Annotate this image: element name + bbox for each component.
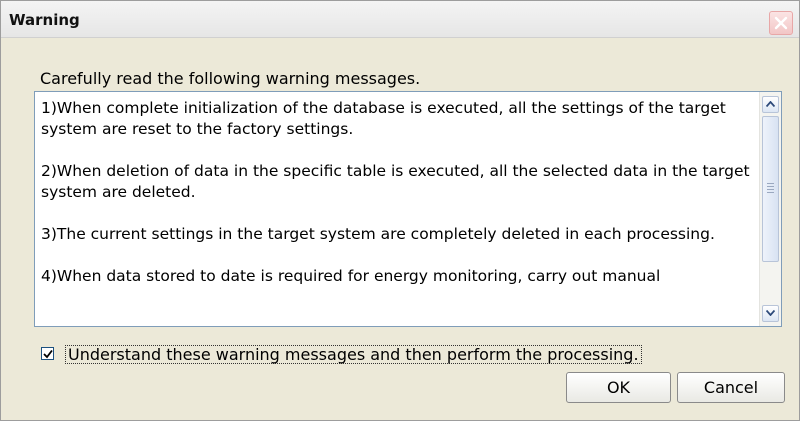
close-icon bbox=[774, 16, 788, 30]
warning-dialog: Warning Carefully read the following war… bbox=[0, 0, 800, 421]
checkmark-icon bbox=[43, 349, 53, 359]
dialog-title: Warning bbox=[9, 11, 80, 29]
grip-line bbox=[767, 183, 774, 184]
warning-message-2: 2)When deletion of data in the specific … bbox=[41, 162, 750, 201]
warning-message-3: 3)The current settings in the target sys… bbox=[41, 225, 715, 243]
scroll-down-button[interactable] bbox=[762, 305, 779, 322]
chevron-up-icon bbox=[766, 101, 775, 107]
ok-button[interactable]: OK bbox=[566, 372, 671, 403]
warning-message-1: 1)When complete initialization of the da… bbox=[41, 99, 726, 138]
understand-checkbox-label[interactable]: Understand these warning messages and th… bbox=[65, 345, 642, 364]
close-button[interactable] bbox=[769, 11, 793, 35]
warning-messages: 1)When complete initialization of the da… bbox=[41, 98, 757, 326]
title-bar[interactable]: Warning bbox=[1, 1, 799, 38]
scrollbar-thumb[interactable] bbox=[762, 116, 779, 262]
grip-line bbox=[767, 192, 774, 193]
understand-checkbox[interactable] bbox=[41, 347, 54, 360]
warning-messages-box[interactable]: 1)When complete initialization of the da… bbox=[34, 91, 782, 327]
cancel-button[interactable]: Cancel bbox=[677, 372, 785, 403]
chevron-down-icon bbox=[766, 310, 775, 316]
grip-line bbox=[767, 186, 774, 187]
warning-message-4: 4)When data stored to date is required f… bbox=[41, 267, 661, 285]
grip-line bbox=[767, 189, 774, 190]
instruction-text: Carefully read the following warning mes… bbox=[40, 69, 421, 88]
scroll-up-button[interactable] bbox=[762, 96, 779, 113]
vertical-scrollbar[interactable] bbox=[759, 92, 781, 326]
